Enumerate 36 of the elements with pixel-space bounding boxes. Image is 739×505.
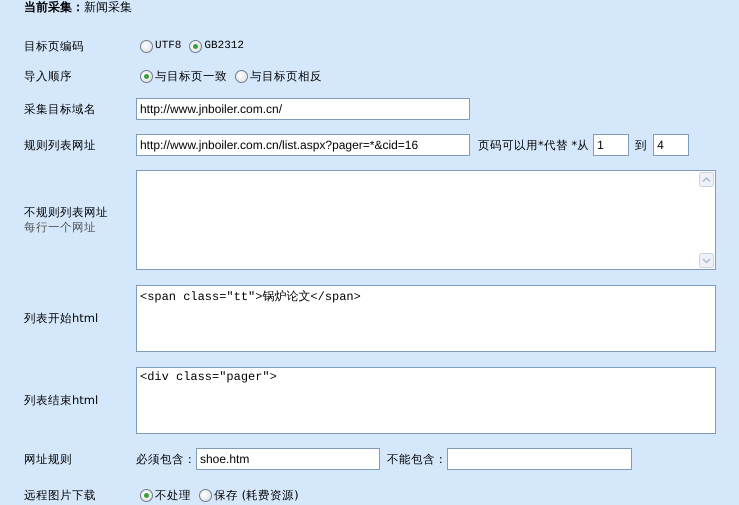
text-field[interactable]: http://www.jnboiler.com.cn/ [136, 98, 470, 120]
page-hint: 页码可以用*代替 *从 [478, 138, 590, 152]
from-field[interactable]: 1 [593, 134, 630, 156]
field-label: 列表结束html [24, 393, 100, 408]
to-label: 到 [635, 138, 648, 152]
url-field[interactable]: http://www.jnboiler.com.cn/list.aspx?pager=*&cid=16 [136, 134, 470, 156]
include-label: 必须包含： [136, 452, 196, 466]
radio-button[interactable] [235, 70, 248, 82]
field-label: 不规则列表网址 [24, 205, 109, 220]
radio-label[interactable]: 与目标页相反 [250, 68, 322, 84]
exclude-label: 不能包含： [387, 452, 447, 466]
exclude-field[interactable] [447, 448, 632, 470]
radio-button[interactable] [189, 40, 202, 52]
radio-label[interactable]: UTF8 [155, 40, 182, 52]
field-label: 规则列表网址 [24, 138, 97, 152]
radio-button[interactable] [140, 40, 153, 52]
include-field[interactable]: shoe.htm [196, 448, 380, 470]
radio-button[interactable] [140, 70, 153, 82]
field-label: 列表开始html [24, 311, 100, 326]
field-label: 网址规则 [24, 452, 73, 466]
title-label: 当前采集： [24, 0, 84, 14]
radio-button[interactable] [199, 488, 212, 502]
field-label: 导入顺序 [24, 68, 73, 84]
field-label: 远程图片下载 [24, 488, 97, 502]
to-field[interactable]: 4 [653, 134, 690, 156]
radio-label[interactable]: 与目标页一致 [155, 68, 227, 84]
field-hint: 每行一个网址 [24, 220, 97, 235]
title-value: 新闻采集 [84, 0, 132, 14]
field-label: 采集目标域名 [24, 102, 97, 116]
field-label: 目标页编码 [24, 38, 85, 54]
radio-button[interactable] [140, 488, 153, 502]
radio-label[interactable]: GB2312 [204, 40, 244, 52]
radio-label[interactable]: 不处理 [155, 488, 191, 502]
textarea-field[interactable]: <div class="pager"> [136, 367, 716, 434]
radio-label[interactable]: 保存 (耗费资源) [214, 488, 299, 502]
textarea-field[interactable]: <span class="tt">锅炉论文</span> [136, 285, 716, 352]
